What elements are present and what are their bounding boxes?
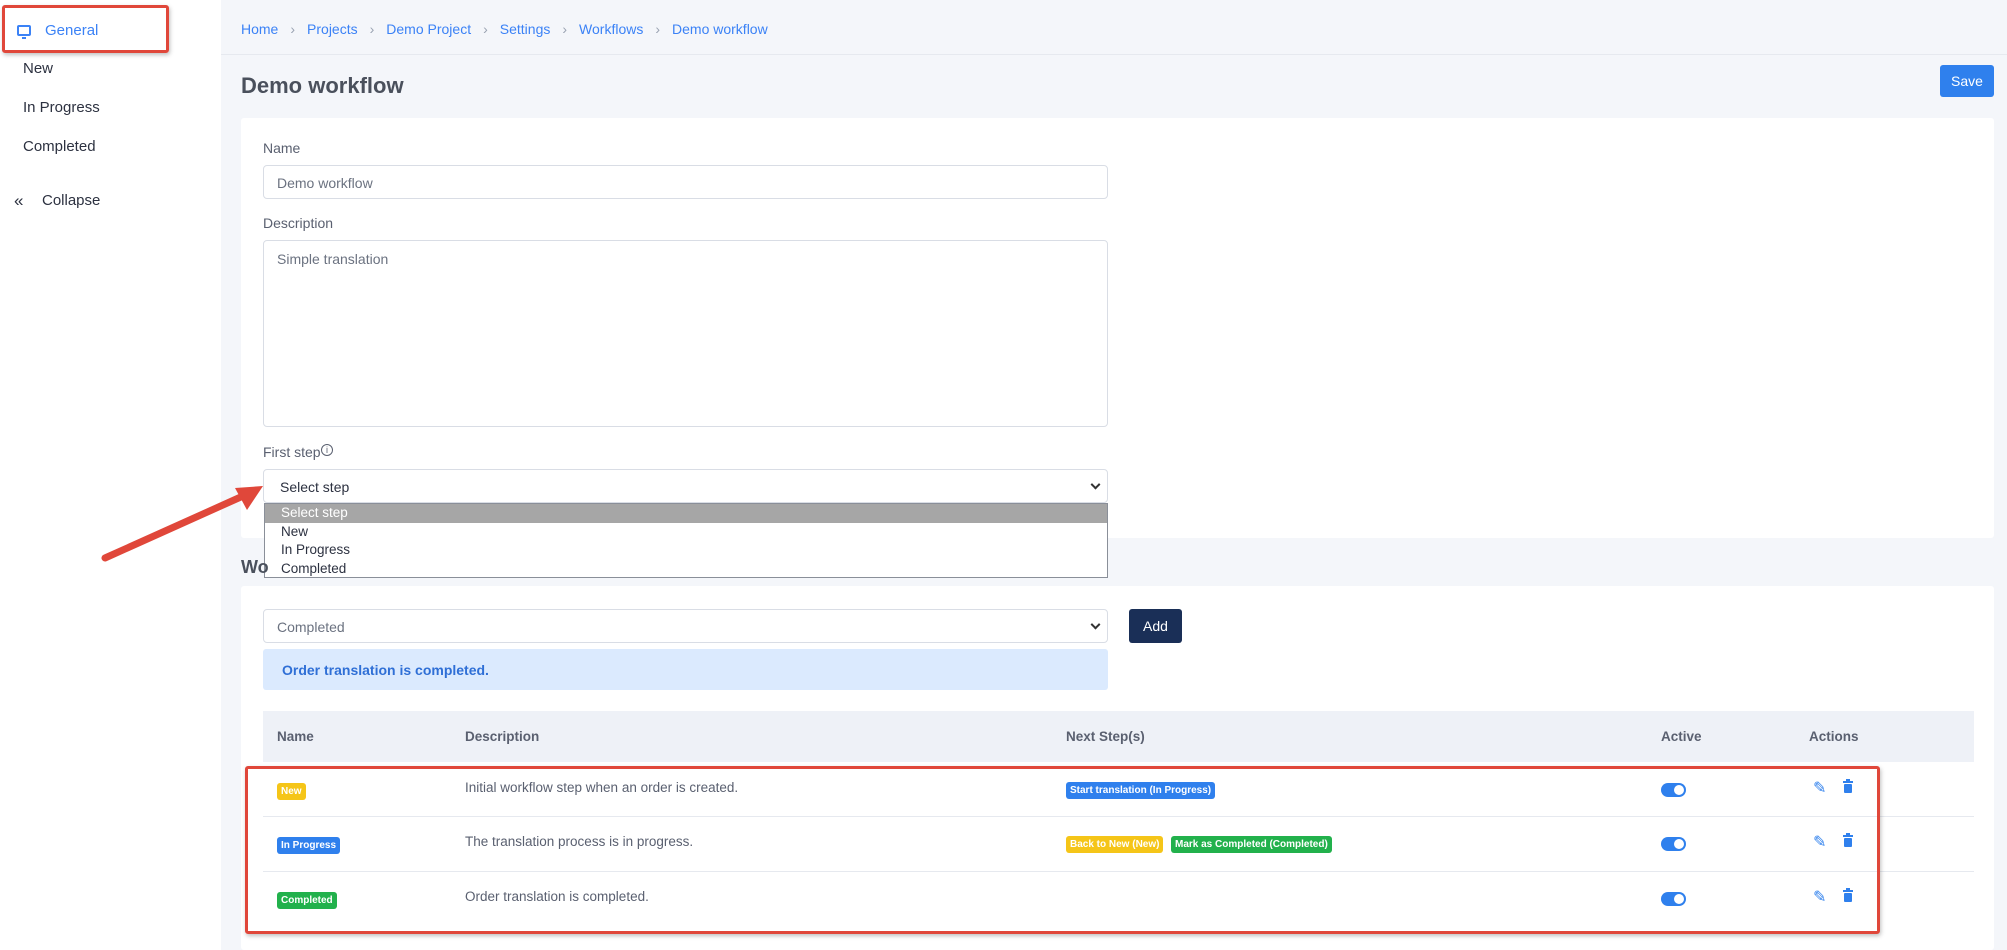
rows-highlight-annotation	[245, 766, 1880, 934]
sidebar-item-label: General	[45, 22, 99, 39]
steps-section-title: Wo	[241, 557, 269, 577]
breadcrumb-home[interactable]: Home	[241, 21, 278, 37]
column-next-steps: Next Step(s)	[1066, 729, 1145, 744]
sidebar-item-completed[interactable]: Completed	[23, 138, 96, 155]
option-in-progress[interactable]: In Progress	[265, 541, 1107, 560]
table-header: Name Description Next Step(s) Active Act…	[263, 711, 1974, 762]
breadcrumb-settings[interactable]: Settings	[500, 21, 551, 37]
name-label: Name	[263, 140, 301, 156]
header-divider	[221, 54, 2007, 55]
chevron-right-icon: ›	[483, 21, 488, 37]
sidebar-item-new[interactable]: New	[23, 60, 53, 77]
first-step-dropdown[interactable]: Select step New In Progress Completed	[264, 503, 1108, 578]
info-icon[interactable]: i	[321, 444, 333, 456]
chevron-down-icon	[1090, 479, 1101, 490]
first-step-value: Select step	[280, 479, 350, 495]
chevron-right-icon: ›	[369, 21, 375, 37]
description-textarea[interactable]: Simple translation	[263, 240, 1108, 427]
step-select[interactable]: Completed	[263, 609, 1108, 643]
breadcrumb-current[interactable]: Demo workflow	[672, 21, 768, 37]
breadcrumb: Home › Projects › Demo Project › Settings › …	[241, 21, 768, 37]
page-title: Demo workflow	[241, 73, 404, 98]
name-field[interactable]: Demo workflow	[263, 165, 1108, 199]
sidebar-item-in-progress[interactable]: In Progress	[23, 99, 100, 116]
breadcrumb-project[interactable]: Demo Project	[386, 21, 471, 37]
chevron-down-icon	[1090, 619, 1101, 630]
chevron-right-icon: ›	[655, 21, 661, 37]
option-new[interactable]: New	[265, 523, 1107, 542]
sidebar: General New In Progress Completed « Coll…	[0, 0, 221, 950]
collapse-button[interactable]: Collapse	[42, 192, 100, 209]
save-button[interactable]: Save	[1940, 65, 1994, 97]
column-actions: Actions	[1809, 729, 1859, 744]
description-label: Description	[263, 215, 334, 231]
first-step-label: First step	[263, 444, 321, 460]
breadcrumb-projects[interactable]: Projects	[307, 21, 358, 37]
first-step-select[interactable]: Select step	[263, 469, 1108, 503]
sidebar-item-general[interactable]: General	[2, 5, 169, 53]
option-select-step[interactable]: Select step	[265, 504, 1107, 523]
add-step-button[interactable]: Add	[1129, 609, 1182, 643]
column-description: Description	[465, 729, 540, 744]
option-completed[interactable]: Completed	[265, 560, 1107, 579]
column-active: Active	[1661, 729, 1702, 744]
chevron-right-icon: ›	[562, 21, 568, 37]
step-info-alert: Order translation is completed.	[263, 649, 1108, 690]
step-select-value: Completed	[277, 619, 345, 635]
monitor-icon	[17, 25, 31, 39]
breadcrumb-workflows[interactable]: Workflows	[579, 21, 643, 37]
collapse-icon[interactable]: «	[14, 191, 23, 211]
column-name: Name	[277, 729, 314, 744]
chevron-right-icon: ›	[290, 21, 296, 37]
